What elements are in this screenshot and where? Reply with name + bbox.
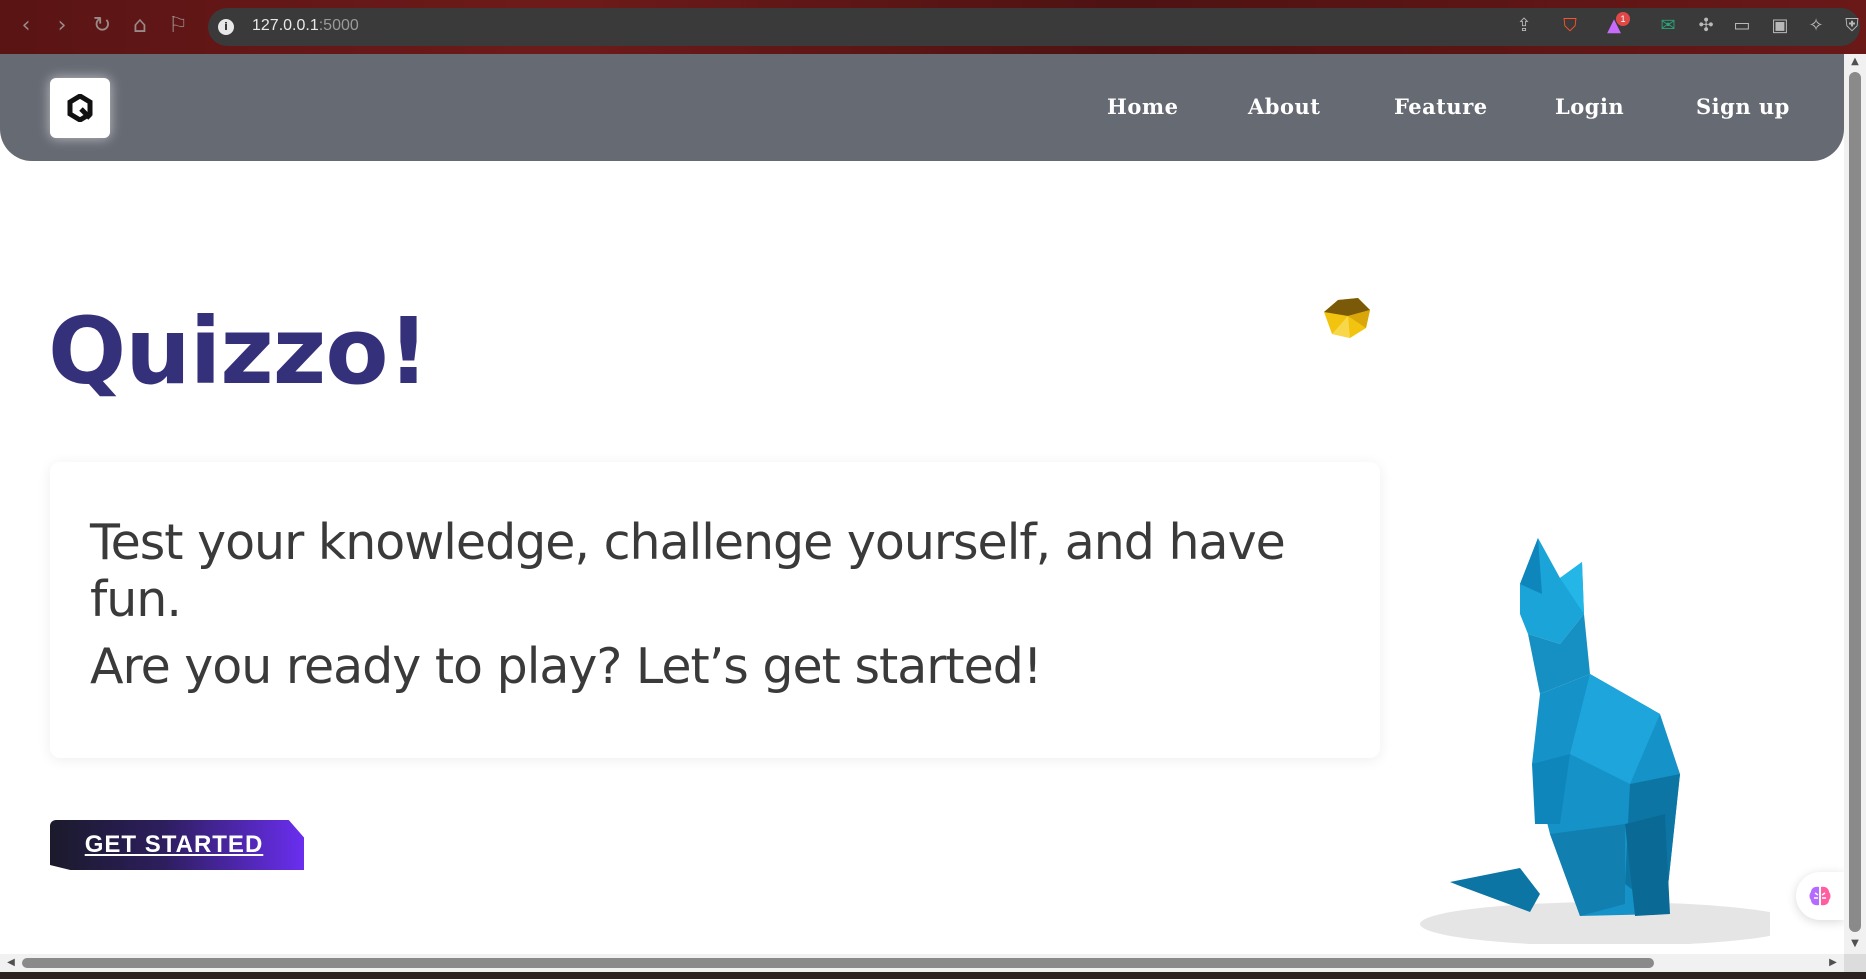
intro-card: Test your knowledge, challenge yourself,… [50, 462, 1380, 758]
vertical-scroll-thumb[interactable] [1849, 72, 1861, 932]
scroll-left-icon[interactable]: ◀ [0, 957, 22, 968]
forward-icon[interactable]: › [48, 12, 76, 40]
extensions-icon[interactable]: ✣ [1694, 14, 1718, 38]
horizontal-scrollbar[interactable]: ◀ ▶ [0, 954, 1844, 972]
url-text[interactable]: 127.0.0.1:5000 [252, 17, 359, 35]
page-title: Quizzo! [48, 298, 429, 405]
nav-about[interactable]: About [1248, 94, 1320, 119]
nav-login[interactable]: Login [1555, 94, 1624, 119]
site-logo[interactable] [50, 78, 110, 138]
nav-signup[interactable]: Sign up [1696, 94, 1790, 119]
reload-icon[interactable]: ↻ [88, 12, 116, 40]
site-navbar: Home About Feature Login Sign up [0, 54, 1844, 161]
vpn-icon[interactable]: ⛨ [1840, 14, 1864, 38]
url-host: 127.0.0.1 [252, 17, 319, 34]
brain-icon [1809, 886, 1831, 906]
scrollbar-corner [1844, 954, 1866, 972]
wallet-icon[interactable]: ▣ [1768, 14, 1792, 38]
url-port: :5000 [318, 17, 359, 34]
quizzo-logo-icon [67, 94, 93, 122]
page-viewport: Home About Feature Login Sign up Quizzo!… [0, 54, 1844, 954]
leo-ai-icon[interactable]: ✧ [1804, 14, 1828, 38]
scroll-up-icon[interactable]: ▲ [1844, 56, 1866, 67]
window-bottom-edge [0, 972, 1866, 979]
home-icon[interactable]: ⌂ [126, 12, 154, 40]
rewards-badge: 1 [1616, 12, 1630, 26]
share-icon[interactable]: ⇪ [1512, 14, 1536, 38]
lowpoly-cat-illustration [1420, 538, 1770, 944]
mail-extension-icon[interactable]: ✉ [1656, 14, 1680, 38]
intro-line-2: Are you ready to play? Let’s get started… [90, 638, 1042, 695]
horizontal-scroll-thumb[interactable] [22, 958, 1654, 968]
bookmark-icon[interactable]: ⚐ [164, 12, 192, 40]
brain-widget-button[interactable] [1796, 872, 1844, 920]
scroll-down-icon[interactable]: ▼ [1844, 938, 1866, 949]
nav-home[interactable]: Home [1107, 94, 1178, 119]
info-icon[interactable]: i [218, 19, 234, 35]
back-icon[interactable]: ‹ [12, 12, 40, 40]
get-started-button[interactable]: GET STARTED [50, 820, 304, 870]
gem-illustration [1324, 298, 1370, 338]
sidebar-icon[interactable]: ▭ [1730, 14, 1754, 38]
browser-toolbar: ‹ › ↻ ⌂ ⚐ i 127.0.0.1:5000 ⇪ ⛉ ▲ 1 ✉ ✣ ▭… [0, 0, 1866, 54]
brave-shield-icon[interactable]: ⛉ [1558, 14, 1582, 38]
intro-line-1: Test your knowledge, challenge yourself,… [90, 514, 1286, 628]
scroll-right-icon[interactable]: ▶ [1822, 957, 1844, 968]
vertical-scrollbar[interactable]: ▲ ▼ [1844, 54, 1866, 954]
nav-feature[interactable]: Feature [1394, 94, 1488, 119]
